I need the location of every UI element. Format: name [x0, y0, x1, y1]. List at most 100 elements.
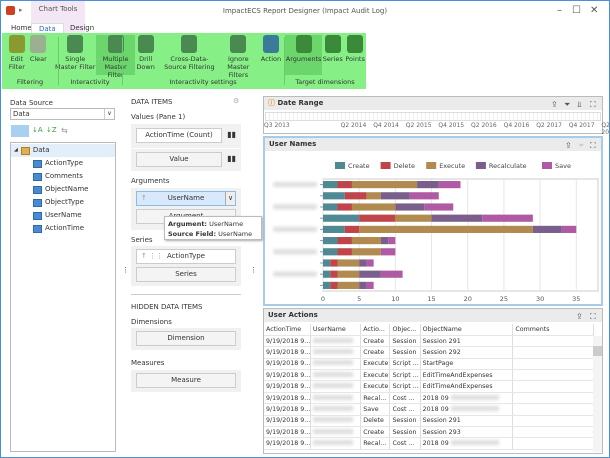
export-icon[interactable]: ⇪ [565, 141, 572, 150]
maximize-button[interactable]: ☐ [572, 5, 581, 16]
column-header[interactable]: Comments [512, 324, 594, 336]
cell-text: Create [363, 428, 385, 436]
settings-icon[interactable]: ⚙ [233, 97, 239, 105]
table-row[interactable]: 9/19/2018 9... Execute Script ... StartPage [264, 358, 594, 371]
tree-field[interactable]: ActionType [11, 157, 115, 170]
table-row[interactable]: 9/19/2018 9... Recal... Cost ... 2018 09 [264, 392, 594, 405]
cell-text: 9/19/2018 9... [266, 348, 311, 356]
series-placeholder[interactable]: Series [136, 267, 236, 282]
close-button[interactable]: ✕ [590, 5, 598, 16]
tree-field[interactable]: ObjectType [11, 196, 115, 209]
column-header[interactable]: UserName [310, 324, 362, 336]
argument-item-username[interactable]: ↑ UserName ∨ [136, 191, 236, 206]
tree-root[interactable]: ◢ Data [11, 144, 115, 157]
legend-swatch [475, 162, 486, 169]
table-row[interactable]: 9/19/2018 9... Create Session Session 291 [264, 335, 594, 348]
field-tree: ◢ Data ActionType Comments ObjectName ObjectT… [10, 142, 116, 452]
tooltip-key: Source Field: [168, 230, 217, 238]
sort-za-icon[interactable]: ↓Z [46, 126, 57, 134]
table-cell: Execute [360, 380, 391, 393]
export-icon[interactable]: ⇪ [576, 312, 583, 321]
maximize-icon[interactable]: ⛶ [590, 141, 596, 151]
chevron-down-icon[interactable]: ∨ [225, 192, 235, 205]
table-row[interactable]: 9/19/2018 9... Recal... Cost ... 2018 09 [264, 437, 594, 450]
value-item-actiontime[interactable]: ActionTime (Count) [136, 128, 222, 143]
ribbon-button-cross-data-source-filtering[interactable]: Cross-Data-Source Filtering [160, 35, 219, 75]
tree-field[interactable]: UserName [11, 209, 115, 222]
clear-filter-icon[interactable]: ⏷ [564, 100, 570, 110]
ribbon-button-label: Clear [29, 55, 47, 63]
tree-field[interactable]: Comments [11, 170, 115, 183]
ribbon-button-drill-down[interactable]: Drill Down [132, 35, 158, 75]
data-source-select[interactable]: Data ∨ [10, 108, 115, 120]
ribbon-button-arguments[interactable]: Arguments [285, 35, 322, 75]
warning-icon: ⓘ [268, 99, 275, 107]
measure-placeholder[interactable]: Measure [136, 373, 236, 388]
column-header[interactable]: ObjectName [420, 324, 514, 336]
export-icon[interactable]: ⇪ [551, 100, 558, 109]
ribbon-button-multiple-master-filter[interactable]: Multiple Master Filter [96, 35, 135, 79]
legend-swatch [380, 162, 391, 169]
select-range-icon[interactable]: ⫫ [577, 100, 582, 110]
table-row[interactable]: 9/19/2018 9... Delete Session Session 291 [264, 415, 594, 428]
tooltip-value: UserName [209, 220, 244, 228]
tree-field[interactable]: ObjectName [11, 183, 115, 196]
group-fields-icon[interactable] [11, 125, 29, 137]
cell-text: Recal... [363, 440, 387, 448]
minimize-button[interactable]: – [557, 5, 562, 16]
bar-segment [351, 181, 418, 189]
legend-label: Create [348, 162, 370, 170]
cell-text: 2018 09 [422, 394, 449, 402]
table-cell [310, 403, 362, 416]
x-tick-label: 0 [321, 295, 325, 303]
range-selector[interactable] [265, 112, 601, 121]
user-names-panel: User Names ⇪ ⏷ ⛶ 0 5 10 15 20 25 30 35 Create Del… [263, 136, 603, 306]
clear-filter-icon[interactable]: ⏷ [578, 141, 584, 151]
ribbon-button-points[interactable]: Points [342, 35, 368, 75]
cell-text: 9/19/2018 9... [266, 440, 311, 448]
maximize-icon[interactable]: ⛶ [590, 100, 596, 110]
category-label-blurred [273, 204, 317, 210]
value-item-placeholder[interactable]: Value [136, 152, 222, 167]
column-header[interactable]: Objec... [389, 324, 421, 336]
tree-field[interactable]: ActionTime [11, 222, 115, 235]
range-tick-label: Q4 2016 [503, 122, 530, 129]
table-row[interactable]: 9/19/2018 9... Execute Script ... EditTimeA… [264, 369, 594, 382]
bar-segment [532, 225, 562, 233]
scrollbar-thumb[interactable] [593, 346, 602, 356]
chevron-down-icon[interactable]: ∨ [104, 109, 114, 119]
divider [131, 294, 241, 295]
maximize-icon[interactable]: ⛶ [590, 312, 596, 322]
dimension-placeholder[interactable]: Dimension [136, 331, 236, 346]
refresh-icon[interactable]: ⇆ [61, 126, 68, 135]
table-row[interactable]: 9/19/2018 9... Create Session Session 293 [264, 426, 594, 439]
table-cell [310, 426, 362, 439]
bar-chart-icon[interactable]: ▮▮ [227, 130, 236, 139]
table-row[interactable]: 9/19/2018 9... Execute Script ... EditTimeA… [264, 380, 594, 393]
range-tick-label: Q2 2014 [340, 122, 367, 129]
range-tick-label: Q2 2017 [536, 122, 562, 129]
bar-chart-icon[interactable]: ▮▮ [227, 154, 236, 163]
sort-arrow-icon[interactable]: ↑ [141, 192, 147, 205]
ribbon-button-single-master-filter[interactable]: Single Master Filter [54, 35, 97, 75]
column-header[interactable]: Actio... [360, 324, 391, 336]
cell-text: EditTimeAndExpenses [422, 383, 493, 391]
range-tick-label: Q4 2017 [568, 122, 595, 129]
cell-text: Session [392, 428, 417, 436]
x-tick-label: 5 [357, 295, 361, 303]
ribbon-button-edit-filter[interactable]: Edit Filter [4, 35, 30, 75]
vertical-scrollbar[interactable] [593, 336, 602, 452]
bar-segment [337, 203, 352, 211]
ribbon-button-action[interactable]: Action [260, 35, 283, 75]
column-header[interactable]: ActionTime [264, 324, 311, 336]
bar-segment [431, 214, 483, 222]
sort-az-icon[interactable]: ↓A [32, 126, 43, 134]
splitter-handle[interactable]: ⋮ [122, 266, 129, 274]
splitter-handle[interactable]: ⋮ [250, 266, 257, 274]
expand-icon[interactable]: ◢ [14, 144, 18, 157]
series-item-actiontype[interactable]: ↑ ⋮⋮ ActionType [136, 249, 236, 264]
ribbon-button-ignore-master-filters[interactable]: Ignore Master Filters [217, 35, 260, 79]
table-row[interactable]: 9/19/2018 9... Save Cost ... 2018 09 [264, 403, 594, 416]
ribbon-button-clear[interactable]: Clear [28, 35, 49, 75]
table-row[interactable]: 9/19/2018 9... Create Session Session 292 [264, 346, 594, 359]
